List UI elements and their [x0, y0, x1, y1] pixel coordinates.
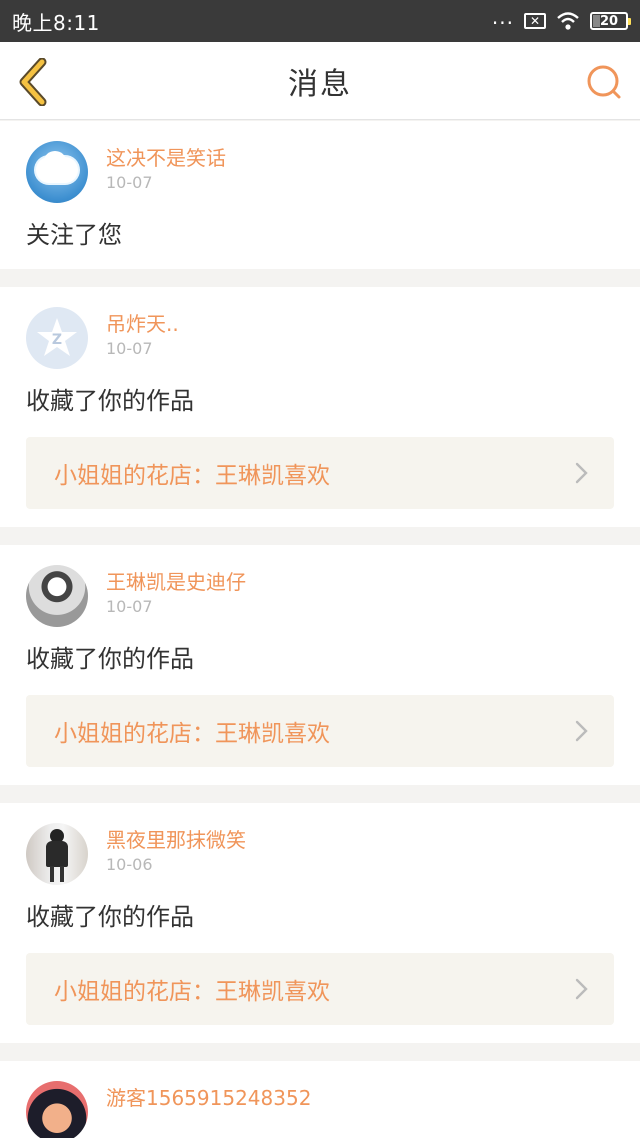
status-bar: 晚上8:11 ... ✕ 20 [0, 0, 640, 42]
chevron-right-icon [575, 720, 588, 742]
qzone-star-icon: Z [37, 318, 77, 356]
back-chevron-icon [19, 57, 47, 107]
photo-avatar[interactable] [26, 565, 88, 627]
page-title: 消息 [288, 66, 352, 102]
signal-dots-icon: ... [491, 5, 514, 29]
svg-text:Z: Z [52, 332, 62, 348]
wifi-icon [557, 12, 579, 30]
search-icon [587, 65, 621, 99]
message-date: 10-06 [106, 855, 153, 874]
message-action: 收藏了你的作品 [26, 387, 194, 415]
message-card: 游客1565915248352 [0, 1061, 640, 1138]
work-title: 小姐姐的花店：王琳凯喜欢 [54, 463, 330, 489]
username[interactable]: 这决不是笑话 [106, 145, 226, 171]
message-action: 收藏了你的作品 [26, 645, 194, 673]
search-button[interactable] [584, 62, 624, 102]
photo-avatar[interactable] [26, 1081, 88, 1138]
message-card: Z 吊炸天.. 10-07 收藏了你的作品 小姐姐的花店：王琳凯喜欢 [0, 287, 640, 527]
message-card: 王琳凯是史迪仔 10-07 收藏了你的作品 小姐姐的花店：王琳凯喜欢 [0, 545, 640, 785]
battery-icon: 20 [590, 12, 631, 30]
sim-icon: ✕ [524, 13, 546, 29]
username[interactable]: 王琳凯是史迪仔 [106, 569, 246, 595]
message-date: 10-07 [106, 339, 153, 358]
message-card: 这决不是笑话 10-07 关注了您 [0, 121, 640, 269]
cloud-avatar[interactable] [26, 141, 88, 203]
username[interactable]: 游客1565915248352 [106, 1085, 311, 1111]
qzone-avatar[interactable]: Z [26, 307, 88, 369]
photo-avatar[interactable] [26, 823, 88, 885]
battery-level: 20 [599, 13, 619, 29]
message-action: 关注了您 [26, 221, 122, 249]
work-link[interactable]: 小姐姐的花店：王琳凯喜欢 [26, 437, 614, 509]
chevron-right-icon [575, 978, 588, 1000]
work-title: 小姐姐的花店：王琳凯喜欢 [54, 721, 330, 747]
message-date: 10-07 [106, 173, 153, 192]
message-feed: 这决不是笑话 10-07 关注了您 Z 吊炸天.. 10-07 收藏了你的作品 … [0, 121, 640, 1138]
back-button[interactable] [16, 57, 56, 107]
message-action: 收藏了你的作品 [26, 903, 194, 931]
status-time: 晚上8:11 [12, 10, 100, 35]
chevron-right-icon [575, 462, 588, 484]
message-card: 黑夜里那抹微笑 10-06 收藏了你的作品 小姐姐的花店：王琳凯喜欢 [0, 803, 640, 1043]
work-link[interactable]: 小姐姐的花店：王琳凯喜欢 [26, 953, 614, 1025]
username[interactable]: 黑夜里那抹微笑 [106, 827, 246, 853]
work-link[interactable]: 小姐姐的花店：王琳凯喜欢 [26, 695, 614, 767]
work-title: 小姐姐的花店：王琳凯喜欢 [54, 979, 330, 1005]
status-icons: ... ✕ 20 [492, 7, 631, 31]
nav-bar: 消息 [0, 42, 640, 120]
username[interactable]: 吊炸天.. [106, 311, 179, 337]
message-date: 10-07 [106, 597, 153, 616]
